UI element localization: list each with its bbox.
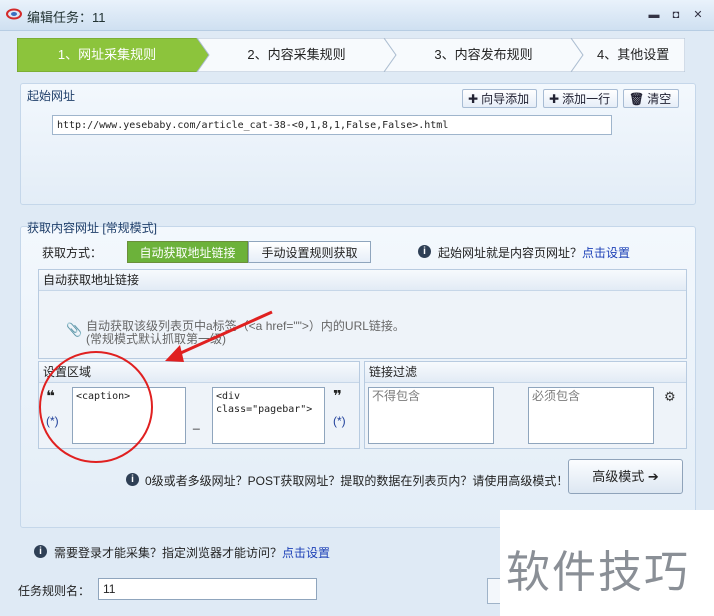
login-hint: 需要登录才能采集？指定浏览器才能访问？点击设置 bbox=[54, 546, 331, 560]
login-info-icon: i bbox=[34, 545, 47, 558]
annotation-arrow-line bbox=[173, 310, 273, 358]
annotation-arrow-head bbox=[165, 345, 184, 362]
annotation-circle bbox=[39, 351, 153, 463]
task-name-input[interactable]: 11 bbox=[98, 578, 317, 600]
login-setting-link[interactable]: 点击设置 bbox=[282, 546, 330, 560]
task-name-label: 任务规则名： bbox=[18, 584, 91, 598]
watermark-text: 软件技巧 bbox=[506, 547, 690, 598]
